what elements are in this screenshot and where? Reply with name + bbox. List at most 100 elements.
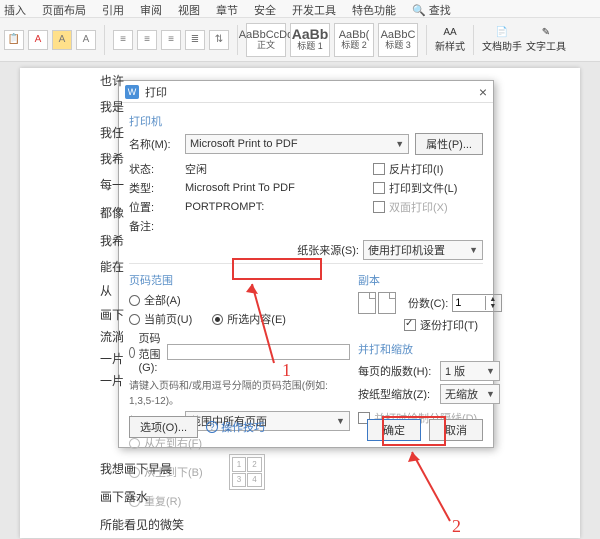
style-normal[interactable]: AaBbCcDd正文 — [246, 23, 286, 57]
range-all-radio[interactable] — [129, 295, 140, 306]
line-spacing-icon[interactable]: ⇅ — [209, 30, 229, 50]
document-text-line: 我希 — [100, 232, 124, 249]
reverse-print-checkbox[interactable] — [373, 163, 385, 175]
new-style-button[interactable]: AA新样式 — [435, 27, 465, 53]
chevron-down-icon: ▼ — [469, 245, 478, 255]
document-text-line: 每一 — [100, 176, 124, 193]
range-current-label: 当前页(U) — [144, 311, 192, 327]
printer-name-dropdown[interactable]: Microsoft Print to PDF▼ — [185, 134, 409, 154]
menu-search[interactable]: 🔍 查找 — [412, 2, 451, 15]
order-ltr-radio — [129, 438, 140, 449]
copies-label: 份数(C): — [408, 295, 448, 311]
range-pages-radio[interactable] — [129, 347, 135, 358]
help-icon[interactable]: ? — [206, 421, 218, 433]
where-label: 位置: — [129, 199, 185, 215]
doc-helper-button[interactable]: 📄文档助手 — [482, 27, 522, 53]
style-h1[interactable]: AaBb标题 1 — [290, 23, 330, 57]
spin-down-icon[interactable]: ▼ — [486, 303, 499, 310]
align-right-icon[interactable]: ≡ — [161, 30, 181, 50]
document-text-line: 流淌 — [100, 328, 124, 345]
menu-item[interactable]: 插入 — [4, 2, 26, 15]
type-value: Microsoft Print To PDF — [185, 182, 295, 194]
copies-section-label: 副本 — [358, 272, 508, 288]
document-text-line: 一片 — [100, 372, 124, 389]
menu-item[interactable]: 开发工具 — [292, 2, 336, 15]
font-color-icon[interactable]: A — [28, 30, 48, 50]
page-icon — [358, 292, 376, 314]
range-all-label: 全部(A) — [144, 292, 181, 308]
align-center-icon[interactable]: ≡ — [137, 30, 157, 50]
properties-button[interactable]: 属性(P)... — [415, 133, 483, 155]
perpage-label: 每页的版数(H): — [358, 363, 440, 379]
status-value: 空闲 — [185, 161, 207, 177]
menu-item[interactable]: 页面布局 — [42, 2, 86, 15]
annotation-number-1: 1 — [282, 360, 291, 381]
chevron-down-icon: ▼ — [395, 139, 404, 149]
range-current-radio[interactable] — [129, 314, 140, 325]
annotation-number-2: 2 — [452, 516, 461, 537]
order-preview-icon: 1234 — [229, 454, 265, 490]
document-text-line: 我任 — [100, 124, 124, 141]
menu-item[interactable]: 章节 — [216, 2, 238, 15]
duplex-label: 双面打印(X) — [389, 199, 448, 215]
menu-item[interactable]: 视图 — [178, 2, 200, 15]
tips-link[interactable]: 操作技巧 — [221, 419, 265, 435]
app-logo-icon: W — [125, 85, 139, 99]
range-section-label: 页码范围 — [129, 272, 350, 288]
chevron-down-icon: ▼ — [486, 366, 495, 376]
range-pages-label: 页码范围(G): — [139, 330, 163, 374]
document-text-line: 都像 — [100, 204, 124, 221]
merge-section-label: 并打和缩放 — [358, 341, 508, 357]
reverse-print-label: 反片打印(I) — [389, 161, 443, 177]
range-selection-label: 所选内容(E) — [227, 311, 286, 327]
cancel-button[interactable]: 取消 — [429, 419, 483, 441]
document-text-line: 从 — [100, 282, 112, 299]
copies-input[interactable] — [453, 297, 485, 309]
paper-source-dropdown[interactable]: 使用打印机设置▼ — [363, 240, 483, 260]
copies-spinner[interactable]: ▲▼ — [452, 294, 502, 312]
document-text-line: 一片 — [100, 350, 124, 367]
font-box-icon[interactable]: A — [76, 30, 96, 50]
document-text-line: 能在 — [100, 258, 124, 275]
spin-up-icon[interactable]: ▲ — [486, 296, 499, 303]
chevron-down-icon: ▼ — [486, 389, 495, 399]
status-label: 状态: — [129, 161, 185, 177]
menu-item[interactable]: 特色功能 — [352, 2, 396, 15]
page-icon — [378, 292, 396, 314]
chevron-down-icon: ▼ — [336, 416, 345, 426]
menu-item[interactable]: 安全 — [254, 2, 276, 15]
document-text-line: 所能看见的微笑 — [100, 516, 184, 533]
range-pages-input[interactable] — [167, 344, 350, 360]
type-label: 类型: — [129, 180, 185, 196]
ribbon: 📋 A A A ≡ ≡ ≡ ≣ ⇅ AaBbCcDd正文 AaBb标题 1 Aa… — [0, 18, 600, 62]
perpage-dropdown[interactable]: 1 版▼ — [440, 361, 500, 381]
printer-name-label: 名称(M): — [129, 136, 185, 152]
options-button[interactable]: 选项(O)... — [129, 416, 198, 438]
menu-bar: 插入 页面布局 引用 审阅 视图 章节 安全 开发工具 特色功能 🔍 查找 — [0, 0, 600, 18]
print-dialog: W 打印 × 打印机 名称(M): Microsoft Print to PDF… — [118, 80, 494, 448]
document-text-line: 画下 — [100, 306, 124, 323]
menu-item[interactable]: 审阅 — [140, 2, 162, 15]
collate-checkbox[interactable] — [404, 319, 416, 331]
close-icon[interactable]: × — [479, 84, 487, 100]
document-text-line: 我希 — [100, 150, 124, 167]
print-to-file-label: 打印到文件(L) — [389, 180, 457, 196]
ok-button[interactable]: 确定 — [367, 419, 421, 441]
text-tool-button[interactable]: ✎文字工具 — [526, 27, 566, 53]
print-to-file-checkbox[interactable] — [373, 182, 385, 194]
menu-item[interactable]: 引用 — [102, 2, 124, 15]
paste-icon[interactable]: 📋 — [4, 30, 24, 50]
dialog-titlebar: W 打印 × — [119, 81, 493, 103]
where-value: PORTPROMPT: — [185, 201, 264, 213]
document-text-line: 也许 — [100, 72, 124, 89]
style-h2[interactable]: AaBb(标题 2 — [334, 23, 374, 57]
range-selection-radio[interactable] — [212, 314, 223, 325]
range-hint: 请键入页码和/或用逗号分隔的页码范围(例如: 1,3,5-12)。 — [129, 377, 350, 407]
scale-dropdown[interactable]: 无缩放▼ — [440, 384, 500, 404]
style-h3[interactable]: AaBbC标题 3 — [378, 23, 418, 57]
scale-label: 按纸型缩放(Z): — [358, 386, 440, 402]
highlight-icon[interactable]: A — [52, 30, 72, 50]
align-left-icon[interactable]: ≡ — [113, 30, 133, 50]
align-justify-icon[interactable]: ≣ — [185, 30, 205, 50]
duplex-checkbox — [373, 201, 385, 213]
